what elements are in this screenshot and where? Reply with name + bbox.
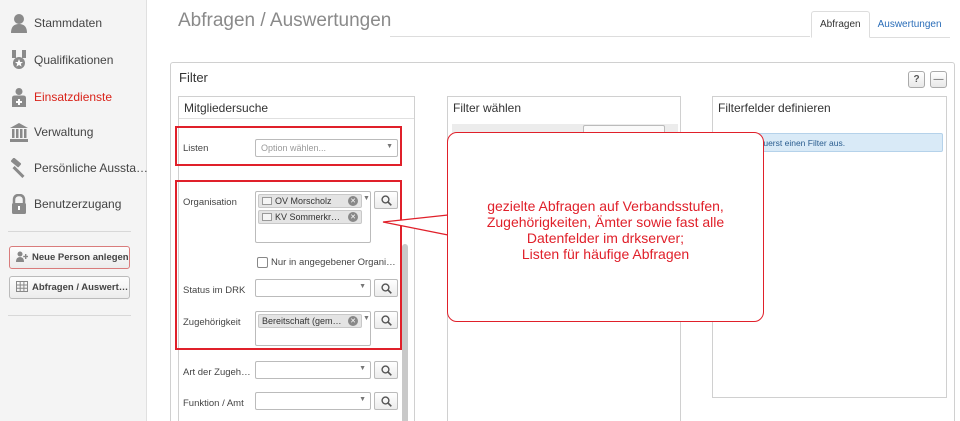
add-user-icon: [16, 251, 29, 265]
chevron-down-icon: ▼: [359, 396, 366, 403]
search-icon: [380, 395, 392, 407]
queries-button-label: Abfragen / Auswert…: [32, 282, 129, 293]
collapse-button[interactable]: —: [930, 71, 947, 88]
medal-icon: [10, 50, 28, 70]
membership-type-select[interactable]: ▼: [255, 361, 371, 379]
new-person-button[interactable]: Neue Person anlegen: [9, 246, 130, 269]
callout-line: Listen für häufige Abfragen: [521, 246, 690, 262]
sidebar-item-label: Verwaltung: [34, 125, 94, 139]
sidebar-divider: [8, 231, 131, 232]
annotation-callout: gezielte Abfragen auf Verbandsstufen, Zu…: [447, 132, 764, 322]
function-search-button[interactable]: [374, 392, 398, 410]
sidebar-item-stammdaten[interactable]: Stammdaten: [10, 10, 102, 36]
filter-panel-title: Filter: [179, 70, 208, 85]
tab-abfragen[interactable]: Abfragen: [811, 11, 870, 38]
callout-line: Zugehörigkeiten, Ämter sowie fast alle: [486, 214, 725, 230]
hammer-icon: [10, 158, 28, 178]
sidebar-item-persoenliche-ausstattung[interactable]: Persönliche Aussta…: [10, 155, 148, 181]
member-search-title: Mitgliedersuche: [184, 101, 269, 115]
member-search-scrollbar[interactable]: [402, 244, 408, 421]
chevron-down-icon: ▼: [359, 365, 366, 372]
sidebar-item-label: Qualifikationen: [34, 53, 114, 67]
new-person-button-label: Neue Person anlegen: [32, 252, 129, 263]
function-label: Funktion / Amt: [183, 398, 244, 409]
table-icon: [16, 280, 28, 295]
highlight-lists: [175, 126, 402, 166]
define-fields-title: Filterfelder definieren: [718, 101, 831, 115]
callout-line: gezielte Abfragen auf Verbandsstufen,: [487, 198, 724, 214]
define-fields-info: e zuerst einen Filter aus.: [747, 133, 943, 152]
sidebar-item-benutzerzugang[interactable]: Benutzerzugang: [10, 191, 121, 217]
column-divider: [179, 118, 414, 119]
choose-filter-title: Filter wählen: [453, 101, 522, 115]
queries-button[interactable]: Abfragen / Auswert…: [9, 276, 130, 299]
lock-icon: [10, 194, 28, 214]
help-button[interactable]: ?: [908, 71, 925, 88]
sidebar-item-qualifikationen[interactable]: Qualifikationen: [10, 47, 113, 73]
sidebar-item-einsatzdienste[interactable]: Einsatzdienste: [10, 84, 112, 110]
sidebar: Stammdaten Qualifikationen Einsatzdienst…: [0, 0, 148, 421]
search-icon: [380, 364, 392, 376]
tab-bar: Abfragen Auswertungen: [811, 11, 950, 38]
tab-auswertungen[interactable]: Auswertungen: [869, 11, 950, 38]
function-select[interactable]: ▼: [255, 392, 371, 410]
sidebar-item-label: Einsatzdienste: [34, 90, 113, 104]
membership-type-search-button[interactable]: [374, 361, 398, 379]
sidebar-item-label: Persönliche Aussta…: [34, 161, 149, 175]
sidebar-item-label: Benutzerzugang: [34, 197, 122, 211]
help-icon: ?: [913, 74, 920, 85]
callout-line: Datenfelder im drkserver;: [526, 230, 685, 246]
membership-type-label: Art der Zugeh…: [183, 367, 251, 378]
sidebar-item-label: Stammdaten: [34, 16, 103, 30]
minus-icon: —: [933, 74, 944, 85]
sidebar-item-verwaltung[interactable]: Verwaltung: [10, 119, 93, 145]
info-text: e zuerst einen Filter aus.: [752, 137, 846, 148]
highlight-filters: [175, 180, 402, 350]
responder-icon: [10, 87, 28, 107]
person-icon: [10, 13, 28, 33]
callout-text: gezielte Abfragen auf Verbandsstufen, Zu…: [487, 198, 724, 262]
title-divider: [390, 36, 810, 37]
page-title: Abfragen / Auswertungen: [178, 10, 392, 31]
sidebar-divider: [8, 315, 131, 316]
building-icon: [10, 122, 28, 142]
